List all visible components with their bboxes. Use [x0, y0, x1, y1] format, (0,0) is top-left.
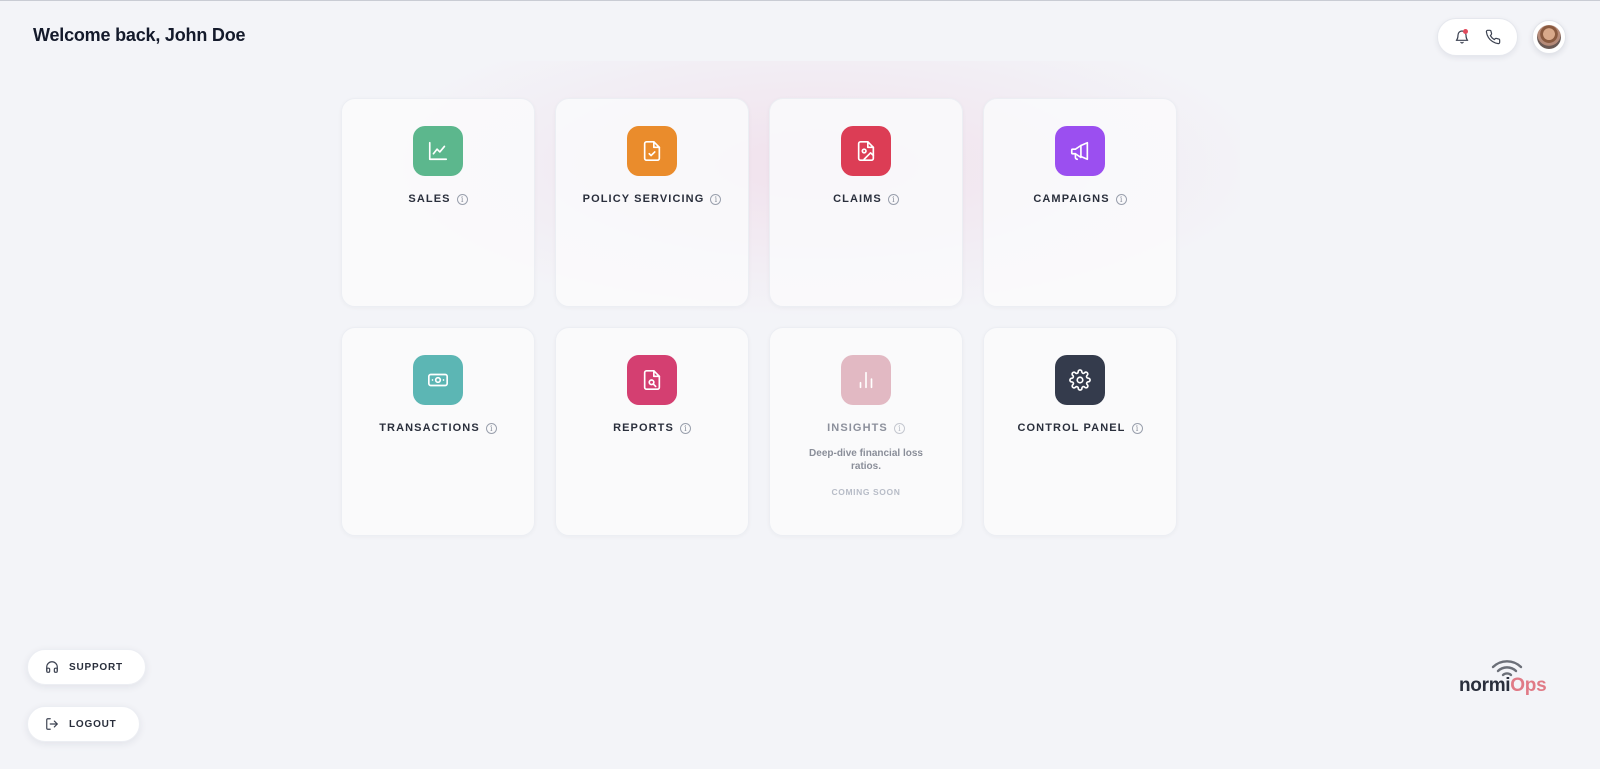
card-label: REPORTS — [613, 422, 674, 434]
card-title: POLICY SERVICING i — [583, 193, 722, 205]
card-title: CONTROL PANEL i — [1017, 422, 1143, 434]
file-image-icon — [857, 141, 875, 161]
normiops-logo: normiOps — [1459, 658, 1551, 698]
notification-dot — [1462, 29, 1468, 34]
support-label: SUPPORT — [69, 661, 123, 673]
info-icon[interactable]: i — [679, 422, 691, 434]
headset-icon — [46, 661, 58, 673]
phone-icon — [1486, 29, 1501, 45]
card-title: INSIGHTS i — [827, 422, 905, 434]
module-grid: SALES i POLICY SERVICING i CLAIMS i CAMP… — [341, 98, 1177, 536]
card-label: CONTROL PANEL — [1017, 422, 1126, 434]
chart-line-icon — [428, 141, 448, 161]
bar-chart-icon — [859, 371, 873, 389]
card-label: TRANSACTIONS — [379, 422, 480, 434]
card-description: Deep-dive financial loss ratios. — [809, 448, 923, 472]
document-search-icon — [643, 370, 661, 390]
welcome-heading: Welcome back, John Doe — [33, 25, 246, 45]
user-avatar[interactable] — [1532, 20, 1566, 54]
campaigns-tile — [1055, 126, 1105, 176]
logout-label: LOGOUT — [69, 718, 117, 730]
avatar-photo — [1537, 25, 1561, 49]
info-icon[interactable]: i — [710, 193, 722, 205]
card-transactions[interactable]: TRANSACTIONS i — [341, 327, 535, 536]
coming-soon-label: COMING SOON — [831, 487, 901, 497]
card-claims[interactable]: CLAIMS i — [769, 98, 963, 307]
card-label: SALES — [408, 193, 451, 205]
info-icon[interactable]: i — [887, 193, 899, 205]
support-button[interactable]: SUPPORT — [27, 649, 146, 685]
control-panel-tile — [1055, 355, 1105, 405]
card-reports[interactable]: REPORTS i — [555, 327, 749, 536]
card-control-panel[interactable]: CONTROL PANEL i — [983, 327, 1177, 536]
banknote-icon — [428, 373, 448, 387]
logout-icon — [46, 718, 58, 730]
card-label: INSIGHTS — [827, 422, 888, 434]
info-icon[interactable]: i — [485, 422, 497, 434]
info-icon: i — [893, 422, 905, 434]
card-label: POLICY SERVICING — [582, 193, 705, 205]
card-title: CLAIMS i — [833, 193, 899, 205]
card-title: TRANSACTIONS i — [379, 422, 497, 434]
transactions-tile — [413, 355, 463, 405]
notifications-button[interactable] — [1449, 24, 1475, 50]
card-campaigns[interactable]: CAMPAIGNS i — [983, 98, 1177, 307]
insights-tile — [841, 355, 891, 405]
card-title: SALES i — [408, 193, 468, 205]
call-button[interactable] — [1480, 24, 1506, 50]
logo-part-2: Ops — [1510, 675, 1547, 696]
card-title: CAMPAIGNS i — [1033, 193, 1127, 205]
megaphone-icon — [1070, 141, 1089, 161]
logo-wordmark: normiOps — [1459, 675, 1547, 697]
claims-tile — [841, 126, 891, 176]
card-insights: INSIGHTS i Deep-dive financial loss rati… — [769, 327, 963, 536]
policy-servicing-tile — [627, 126, 677, 176]
card-policy-servicing[interactable]: POLICY SERVICING i — [555, 98, 749, 307]
card-label: CLAIMS — [833, 193, 882, 205]
top-actions-bar — [1437, 18, 1518, 56]
card-label: CAMPAIGNS — [1033, 193, 1110, 205]
document-check-icon — [643, 141, 661, 161]
logo-part-1: normi — [1459, 675, 1511, 696]
reports-tile — [627, 355, 677, 405]
sales-tile — [413, 126, 463, 176]
card-title: REPORTS i — [613, 422, 691, 434]
info-icon[interactable]: i — [1115, 193, 1127, 205]
card-sales[interactable]: SALES i — [341, 98, 535, 307]
info-icon[interactable]: i — [456, 193, 468, 205]
logout-button[interactable]: LOGOUT — [27, 706, 140, 742]
info-icon[interactable]: i — [1131, 422, 1143, 434]
gear-icon — [1069, 369, 1091, 391]
